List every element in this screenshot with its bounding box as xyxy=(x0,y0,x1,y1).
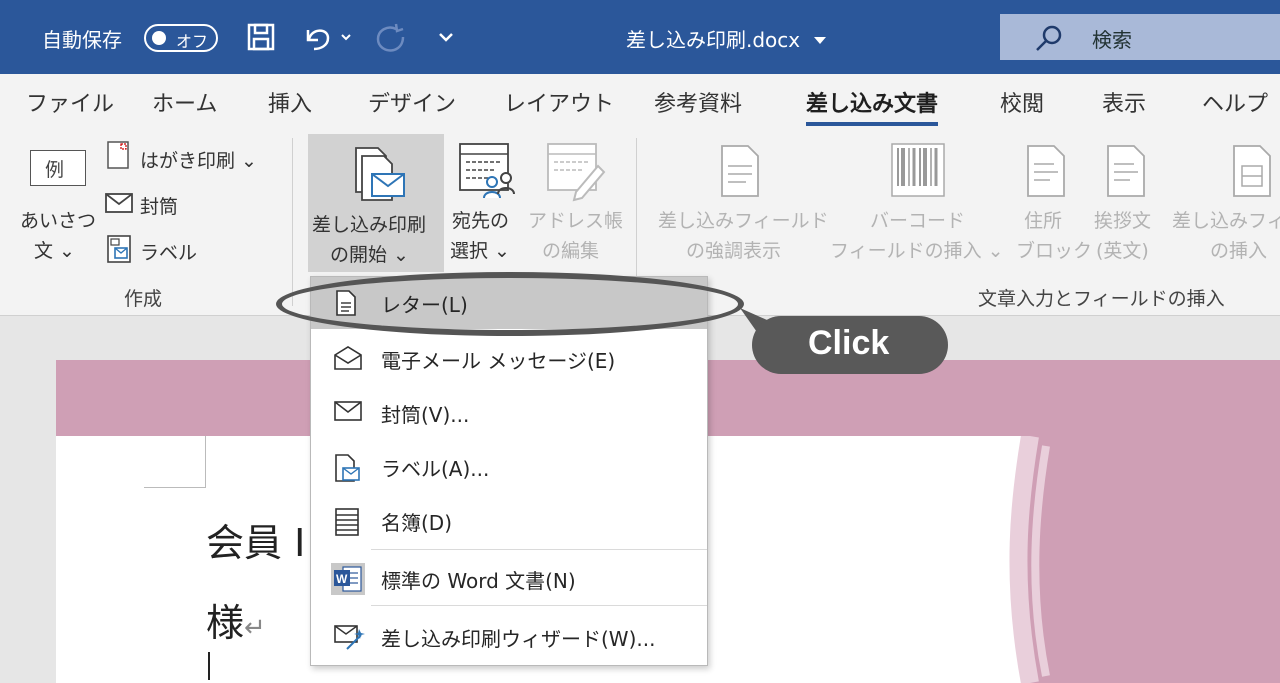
menu-item-mail-merge-wizard[interactable]: 差し込み印刷ウィザード(W)... xyxy=(311,611,707,663)
ribbon-tabs: ファイル ホーム 挿入 デザイン レイアウト 参考資料 差し込み文書 校閲 表示… xyxy=(0,74,1280,130)
document-title[interactable]: 差し込み印刷.docx xyxy=(626,24,828,53)
email-icon xyxy=(333,345,363,375)
envelope-icon xyxy=(333,399,363,427)
select-recipients-icon xyxy=(458,142,518,206)
envelope-icon xyxy=(104,192,134,218)
document-text-line-2: 様↵ xyxy=(206,601,266,645)
menu-item-labels[interactable]: ラベル(A)... xyxy=(311,441,707,493)
search-icon xyxy=(1034,24,1064,56)
group-label-write-insert: 文章入力とフィールドの挿入 xyxy=(978,288,1225,310)
toggle-knob xyxy=(152,31,166,45)
greeting-line-icon xyxy=(1104,142,1148,204)
group-separator xyxy=(292,138,293,306)
menu-separator xyxy=(371,549,707,550)
tab-references[interactable]: 参考資料 xyxy=(654,86,742,118)
label-icon xyxy=(106,234,132,268)
undo-icon[interactable] xyxy=(300,22,356,56)
save-icon[interactable] xyxy=(246,22,276,56)
edit-address-book-icon xyxy=(546,142,606,206)
wizard-icon xyxy=(333,623,365,655)
title-dropdown-icon xyxy=(814,37,827,44)
paragraph-mark: ↵ xyxy=(244,613,266,643)
text-cursor xyxy=(208,652,210,680)
autosave-label: 自動保存 xyxy=(42,28,122,52)
directory-icon xyxy=(333,507,361,541)
svg-text:W: W xyxy=(336,572,348,586)
tab-review[interactable]: 校閲 xyxy=(1000,86,1044,118)
active-tab-indicator xyxy=(806,122,939,126)
tab-mailings[interactable]: 差し込み文書 xyxy=(806,86,939,126)
tab-home[interactable]: ホーム xyxy=(152,86,217,118)
tab-help[interactable]: ヘルプ xyxy=(1202,86,1268,118)
tab-layout[interactable]: レイアウト xyxy=(504,86,614,118)
highlight-ellipse xyxy=(276,272,744,336)
start-mail-merge-button[interactable]: 差し込み印刷 の開始 ⌄ xyxy=(308,134,444,272)
menu-item-normal-word-document[interactable]: W 標準の Word 文書(N) xyxy=(311,553,707,605)
start-mail-merge-icon xyxy=(352,144,408,210)
barcode-icon xyxy=(890,142,946,202)
title-bar: 自動保存 オフ 差し込み印刷.docx 検索 xyxy=(0,0,1280,74)
highlight-fields-icon xyxy=(718,142,762,204)
postcard-icon xyxy=(106,140,130,174)
document-decoration xyxy=(990,436,1280,683)
autosave-toggle[interactable]: オフ xyxy=(144,24,218,52)
tab-design[interactable]: デザイン xyxy=(368,86,456,118)
menu-item-email-messages[interactable]: 電子メール メッセージ(E) xyxy=(311,333,707,385)
insert-merge-field-icon xyxy=(1230,142,1280,204)
address-block-icon xyxy=(1024,142,1068,204)
redo-icon[interactable] xyxy=(372,22,408,58)
tab-file[interactable]: ファイル xyxy=(26,86,114,118)
search-box[interactable]: 検索 xyxy=(1000,14,1280,60)
page-margin-mark xyxy=(144,436,206,488)
menu-item-envelopes[interactable]: 封筒(V)... xyxy=(311,387,707,439)
search-placeholder: 検索 xyxy=(1092,28,1132,52)
customize-toolbar-icon[interactable] xyxy=(436,26,456,50)
document-text-line-1: 会員 I xyxy=(206,521,306,565)
label-icon xyxy=(333,453,361,487)
tab-view[interactable]: 表示 xyxy=(1102,86,1146,118)
menu-separator xyxy=(371,605,707,606)
menu-item-directory[interactable]: 名簿(D) xyxy=(311,495,707,547)
click-callout: Click xyxy=(752,316,948,374)
autosave-state: オフ xyxy=(176,32,209,51)
example-box: 例 xyxy=(30,150,86,186)
tab-insert[interactable]: 挿入 xyxy=(268,86,312,118)
word-doc-icon: W xyxy=(331,563,365,599)
group-label-create: 作成 xyxy=(124,288,163,310)
